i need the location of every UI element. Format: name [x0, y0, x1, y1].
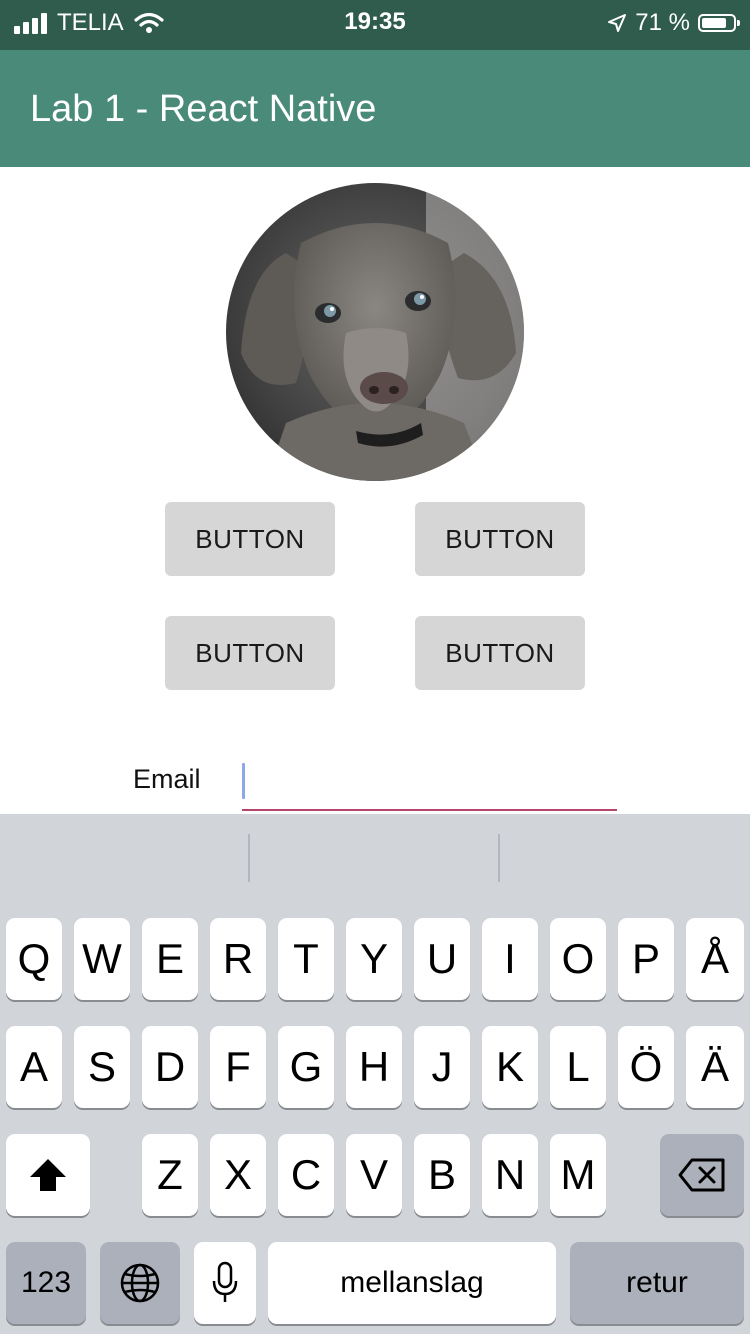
- key-h[interactable]: H: [346, 1026, 402, 1108]
- key-d[interactable]: D: [142, 1026, 198, 1108]
- key-q[interactable]: Q: [6, 918, 62, 1000]
- button-2[interactable]: BUTTON: [415, 502, 585, 576]
- microphone-icon: [212, 1261, 238, 1302]
- key-x[interactable]: X: [210, 1134, 266, 1216]
- status-bar: TELIA 19:35 71 %: [0, 0, 750, 50]
- button-3[interactable]: BUTTON: [165, 616, 335, 690]
- key-c[interactable]: C: [278, 1134, 334, 1216]
- suggestion-divider: [498, 834, 500, 882]
- globe-key[interactable]: [100, 1242, 180, 1324]
- key-m[interactable]: M: [550, 1134, 606, 1216]
- keyboard: Q W E R T Y U I O P Å A S D F G H J K L …: [0, 814, 750, 1334]
- key-o-umlaut[interactable]: Ö: [618, 1026, 674, 1108]
- key-w[interactable]: W: [74, 918, 130, 1000]
- key-y[interactable]: Y: [346, 918, 402, 1000]
- key-n[interactable]: N: [482, 1134, 538, 1216]
- button-4[interactable]: BUTTON: [415, 616, 585, 690]
- numbers-key[interactable]: 123: [6, 1242, 86, 1324]
- shift-key[interactable]: [6, 1134, 90, 1216]
- key-j[interactable]: J: [414, 1026, 470, 1108]
- page-title: Lab 1 - React Native: [30, 88, 377, 130]
- key-z[interactable]: Z: [142, 1134, 198, 1216]
- key-r[interactable]: R: [210, 918, 266, 1000]
- globe-icon: [120, 1263, 160, 1303]
- key-i[interactable]: I: [482, 918, 538, 1000]
- backspace-icon: [678, 1158, 725, 1192]
- battery-icon: [698, 14, 740, 32]
- text-cursor: [242, 763, 245, 799]
- space-key[interactable]: mellanslag: [268, 1242, 556, 1324]
- key-o[interactable]: O: [550, 918, 606, 1000]
- key-s[interactable]: S: [74, 1026, 130, 1108]
- backspace-key[interactable]: [660, 1134, 744, 1216]
- battery-percent: 71 %: [635, 9, 690, 36]
- location-arrow-icon: [608, 14, 627, 32]
- key-e[interactable]: E: [142, 918, 198, 1000]
- key-p[interactable]: P: [618, 918, 674, 1000]
- button-1[interactable]: BUTTON: [165, 502, 335, 576]
- key-g[interactable]: G: [278, 1026, 334, 1108]
- shift-icon: [30, 1159, 66, 1191]
- suggestion-divider: [248, 834, 250, 882]
- key-a[interactable]: A: [6, 1026, 62, 1108]
- key-a-ring[interactable]: Å: [686, 918, 744, 1000]
- key-a-umlaut[interactable]: Ä: [686, 1026, 744, 1108]
- return-key[interactable]: retur: [570, 1242, 744, 1324]
- app-header: Lab 1 - React Native: [0, 50, 750, 167]
- avatar: [226, 183, 524, 481]
- key-u[interactable]: U: [414, 918, 470, 1000]
- dog-photo: [226, 183, 524, 481]
- key-v[interactable]: V: [346, 1134, 402, 1216]
- email-input[interactable]: [242, 755, 617, 811]
- key-k[interactable]: K: [482, 1026, 538, 1108]
- key-b[interactable]: B: [414, 1134, 470, 1216]
- key-f[interactable]: F: [210, 1026, 266, 1108]
- email-label: Email: [133, 764, 201, 794]
- key-t[interactable]: T: [278, 918, 334, 1000]
- key-l[interactable]: L: [550, 1026, 606, 1108]
- dictation-key[interactable]: [194, 1242, 256, 1324]
